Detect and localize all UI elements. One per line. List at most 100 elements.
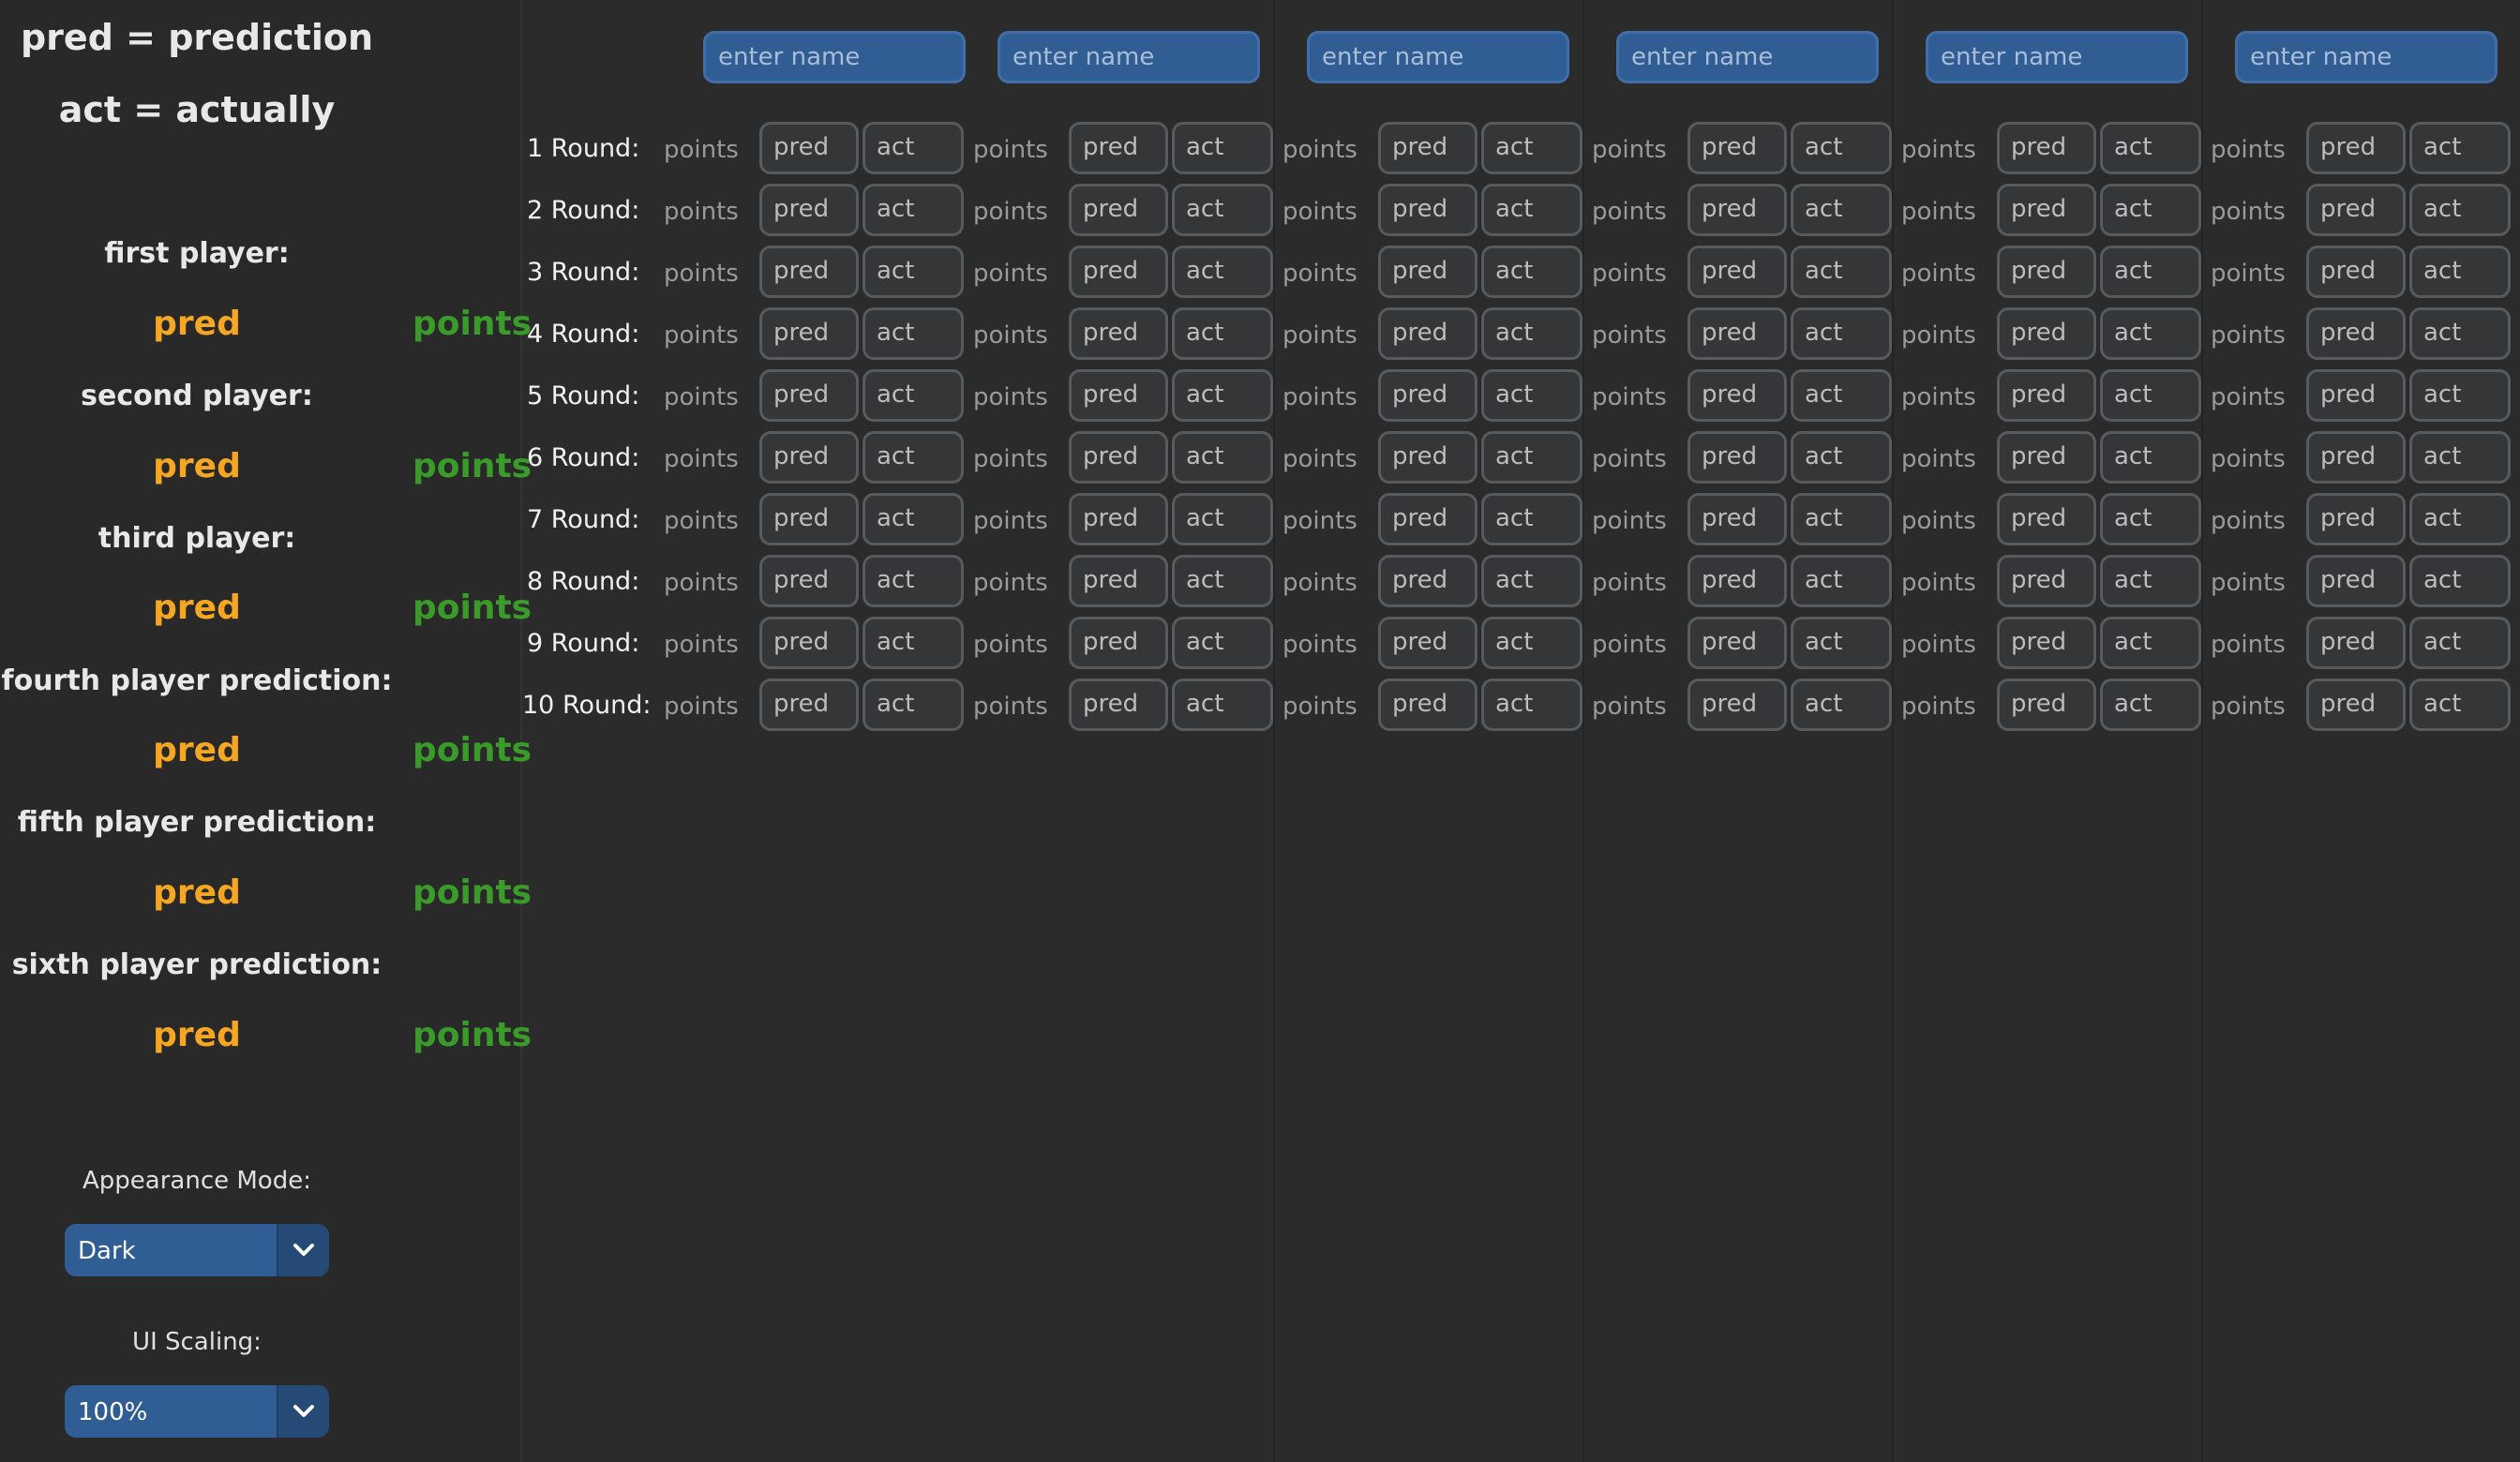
player-name-input[interactable]: enter name xyxy=(1307,31,1569,83)
act-input[interactable]: act xyxy=(862,555,964,607)
act-input[interactable]: act xyxy=(1791,369,1892,422)
pred-input[interactable]: pred xyxy=(1378,679,1478,731)
pred-input[interactable]: pred xyxy=(759,122,859,174)
act-input[interactable]: act xyxy=(1791,679,1892,731)
act-input[interactable]: act xyxy=(2100,679,2201,731)
pred-input[interactable]: pred xyxy=(1378,122,1478,174)
pred-input[interactable]: pred xyxy=(1378,431,1478,484)
pred-input[interactable]: pred xyxy=(1378,369,1478,422)
act-input[interactable]: act xyxy=(2100,369,2201,422)
pred-input[interactable]: pred xyxy=(2306,307,2406,360)
pred-input[interactable]: pred xyxy=(1378,617,1478,669)
act-input[interactable]: act xyxy=(1172,184,1273,236)
act-input[interactable]: act xyxy=(2100,493,2201,545)
pred-input[interactable]: pred xyxy=(759,369,859,422)
pred-input[interactable]: pred xyxy=(1997,431,2096,484)
act-input[interactable]: act xyxy=(2409,493,2511,545)
pred-input[interactable]: pred xyxy=(1688,307,1787,360)
act-input[interactable]: act xyxy=(2409,617,2511,669)
pred-input[interactable]: pred xyxy=(1069,493,1168,545)
act-input[interactable]: act xyxy=(2100,555,2201,607)
act-input[interactable]: act xyxy=(862,307,964,360)
pred-input[interactable]: pred xyxy=(759,184,859,236)
act-input[interactable]: act xyxy=(2100,307,2201,360)
pred-input[interactable]: pred xyxy=(2306,493,2406,545)
pred-input[interactable]: pred xyxy=(1378,184,1478,236)
appearance-mode-dropdown[interactable]: Dark xyxy=(65,1224,329,1276)
act-input[interactable]: act xyxy=(862,493,964,545)
act-input[interactable]: act xyxy=(1481,184,1582,236)
pred-input[interactable]: pred xyxy=(759,246,859,298)
pred-input[interactable]: pred xyxy=(1069,679,1168,731)
act-input[interactable]: act xyxy=(1481,431,1582,484)
pred-input[interactable]: pred xyxy=(1378,307,1478,360)
act-input[interactable]: act xyxy=(2100,617,2201,669)
pred-input[interactable]: pred xyxy=(1069,307,1168,360)
act-input[interactable]: act xyxy=(1791,493,1892,545)
chevron-down-icon[interactable] xyxy=(277,1385,329,1438)
pred-input[interactable]: pred xyxy=(2306,369,2406,422)
act-input[interactable]: act xyxy=(1481,493,1582,545)
pred-input[interactable]: pred xyxy=(1997,246,2096,298)
pred-input[interactable]: pred xyxy=(1688,122,1787,174)
pred-input[interactable]: pred xyxy=(1688,493,1787,545)
pred-input[interactable]: pred xyxy=(759,555,859,607)
pred-input[interactable]: pred xyxy=(1688,246,1787,298)
pred-input[interactable]: pred xyxy=(759,307,859,360)
player-name-input[interactable]: enter name xyxy=(1926,31,2188,83)
pred-input[interactable]: pred xyxy=(1997,184,2096,236)
pred-input[interactable]: pred xyxy=(1997,307,2096,360)
pred-input[interactable]: pred xyxy=(1997,493,2096,545)
act-input[interactable]: act xyxy=(1172,555,1273,607)
act-input[interactable]: act xyxy=(1172,369,1273,422)
ui-scaling-dropdown[interactable]: 100% xyxy=(65,1385,329,1438)
act-input[interactable]: act xyxy=(1172,246,1273,298)
pred-input[interactable]: pred xyxy=(1688,679,1787,731)
pred-input[interactable]: pred xyxy=(1069,617,1168,669)
act-input[interactable]: act xyxy=(2409,246,2511,298)
act-input[interactable]: act xyxy=(862,122,964,174)
pred-input[interactable]: pred xyxy=(1688,617,1787,669)
act-input[interactable]: act xyxy=(1172,431,1273,484)
act-input[interactable]: act xyxy=(1481,369,1582,422)
chevron-down-icon[interactable] xyxy=(277,1224,329,1276)
pred-input[interactable]: pred xyxy=(1997,369,2096,422)
act-input[interactable]: act xyxy=(1791,184,1892,236)
pred-input[interactable]: pred xyxy=(1069,431,1168,484)
pred-input[interactable]: pred xyxy=(759,617,859,669)
player-name-input[interactable]: enter name xyxy=(1616,31,1879,83)
act-input[interactable]: act xyxy=(2409,369,2511,422)
pred-input[interactable]: pred xyxy=(1997,122,2096,174)
act-input[interactable]: act xyxy=(1481,555,1582,607)
pred-input[interactable]: pred xyxy=(1997,679,2096,731)
act-input[interactable]: act xyxy=(1481,679,1582,731)
act-input[interactable]: act xyxy=(1481,617,1582,669)
pred-input[interactable]: pred xyxy=(1997,617,2096,669)
act-input[interactable]: act xyxy=(2409,679,2511,731)
pred-input[interactable]: pred xyxy=(1688,369,1787,422)
act-input[interactable]: act xyxy=(1791,617,1892,669)
pred-input[interactable]: pred xyxy=(2306,122,2406,174)
player-name-input[interactable]: enter name xyxy=(703,31,966,83)
pred-input[interactable]: pred xyxy=(1997,555,2096,607)
pred-input[interactable]: pred xyxy=(2306,555,2406,607)
act-input[interactable]: act xyxy=(1172,307,1273,360)
act-input[interactable]: act xyxy=(2409,122,2511,174)
pred-input[interactable]: pred xyxy=(1378,555,1478,607)
act-input[interactable]: act xyxy=(2100,184,2201,236)
pred-input[interactable]: pred xyxy=(2306,617,2406,669)
act-input[interactable]: act xyxy=(862,369,964,422)
pred-input[interactable]: pred xyxy=(759,431,859,484)
player-name-input[interactable]: enter name xyxy=(998,31,1260,83)
act-input[interactable]: act xyxy=(862,184,964,236)
act-input[interactable]: act xyxy=(1172,617,1273,669)
pred-input[interactable]: pred xyxy=(1069,555,1168,607)
act-input[interactable]: act xyxy=(2100,431,2201,484)
act-input[interactable]: act xyxy=(2100,122,2201,174)
pred-input[interactable]: pred xyxy=(2306,184,2406,236)
pred-input[interactable]: pred xyxy=(1688,555,1787,607)
act-input[interactable]: act xyxy=(1791,122,1892,174)
act-input[interactable]: act xyxy=(1481,122,1582,174)
player-name-input[interactable]: enter name xyxy=(2235,31,2498,83)
pred-input[interactable]: pred xyxy=(2306,246,2406,298)
